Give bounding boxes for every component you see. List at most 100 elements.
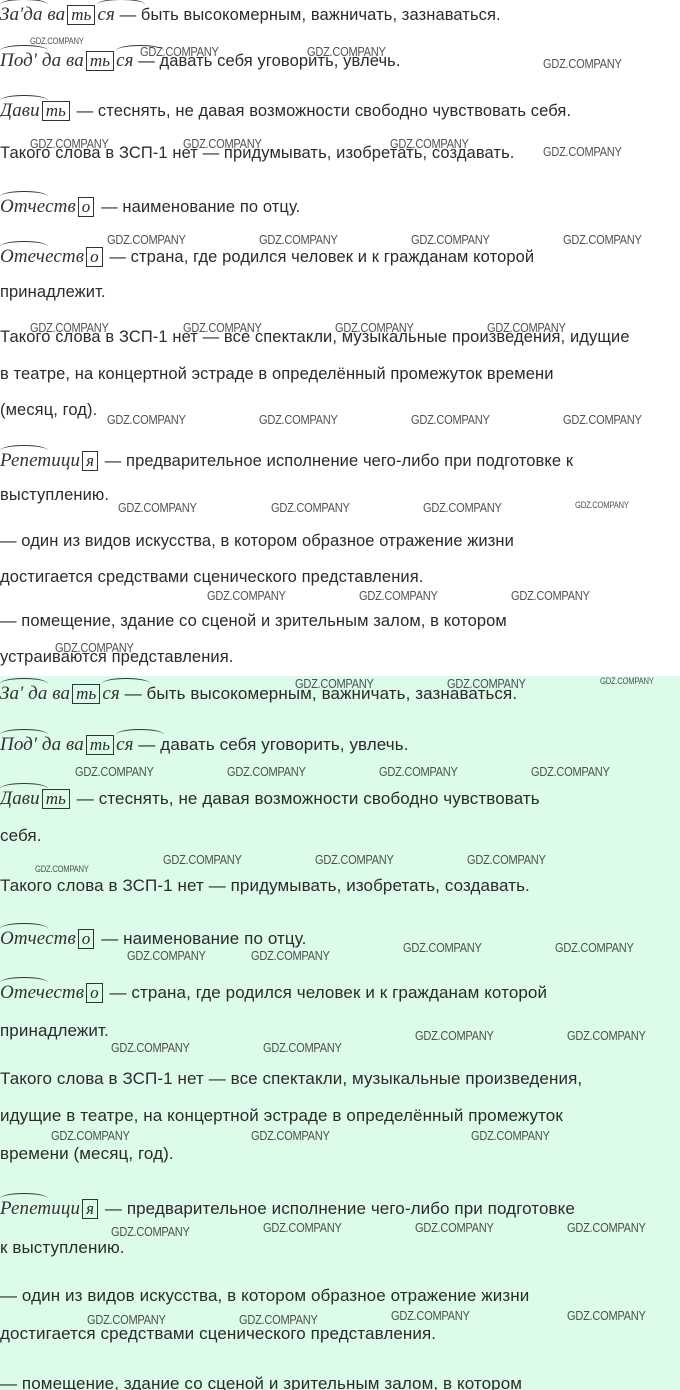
definition-text: — стеснять, не давая возможности свободн… bbox=[71, 102, 572, 120]
watermark-text: GDZ.COMPANY bbox=[207, 588, 286, 603]
word-ending-box: о bbox=[77, 197, 95, 217]
definition-text: (месяц, год). bbox=[0, 401, 98, 419]
watermark-text: GDZ.COMPANY bbox=[140, 44, 219, 59]
watermark-text: GDZ.COMPANY bbox=[403, 940, 482, 955]
text-line: себя. bbox=[0, 826, 42, 846]
watermark-text: GDZ.COMPANY bbox=[227, 764, 306, 779]
text-line: Отчеств о — наименование по отцу. bbox=[0, 191, 301, 218]
watermark-text: GDZ.COMPANY bbox=[263, 1040, 342, 1055]
watermark-text: GDZ.COMPANY bbox=[531, 764, 610, 779]
word-ending-box: ть bbox=[85, 51, 115, 71]
watermark-text: GDZ.COMPANY bbox=[183, 320, 262, 335]
text-line: Отечеств о — страна, где родился человек … bbox=[0, 241, 534, 268]
word-root: Под' да ва bbox=[0, 729, 84, 755]
watermark-text: GDZ.COMPANY bbox=[111, 1040, 190, 1055]
text-line: (месяц, год). bbox=[0, 401, 97, 420]
word-root: За'да ва bbox=[0, 4, 66, 25]
text-line: — один из видов искусства, в котором обр… bbox=[0, 1286, 529, 1306]
definition-text: — помещение, здание со сценой и зрительн… bbox=[0, 1374, 523, 1390]
definition-text: — давать себя уговорить, увлечь. bbox=[133, 735, 409, 754]
word-postfix: ся bbox=[102, 678, 152, 704]
watermark-text: GDZ.COMPANY bbox=[567, 1308, 646, 1323]
word-root: Под' да ва bbox=[0, 45, 84, 71]
word-ending-box: о bbox=[77, 929, 95, 949]
text-line: принадлежит. bbox=[0, 1021, 109, 1041]
definition-text: — страна, где родился человек и к гражда… bbox=[104, 983, 548, 1002]
watermark-text: GDZ.COMPANY bbox=[379, 764, 458, 779]
watermark-text: GDZ.COMPANY bbox=[307, 44, 386, 59]
watermark-text: GDZ.COMPANY bbox=[359, 588, 438, 603]
word-postfix: ся bbox=[97, 4, 115, 25]
watermark-text: GDZ.COMPANY bbox=[567, 1220, 646, 1235]
watermark-text: GDZ.COMPANY bbox=[118, 500, 197, 515]
watermark-text: GDZ.COMPANY bbox=[251, 1128, 330, 1143]
word-ending-box: я bbox=[82, 451, 99, 471]
text-line: выступлению. bbox=[0, 486, 109, 505]
watermark-text: GDZ.COMPANY bbox=[335, 320, 414, 335]
text-line: — один из видов искусства, в котором обр… bbox=[0, 532, 514, 551]
watermark-text: GDZ.COMPANY bbox=[543, 56, 622, 71]
watermark-text: GDZ.COMPANY bbox=[55, 640, 134, 655]
word-root: Репетици bbox=[0, 1193, 81, 1219]
text-line: Дави ть — стеснять, не давая возможности … bbox=[0, 95, 572, 122]
word-root: Отчеств bbox=[0, 191, 76, 217]
text-line: За'да ва ть ся — быть высокомерным, важнич… bbox=[0, 4, 501, 26]
definition-text: — помещение, здание со сценой и зрительн… bbox=[0, 612, 507, 630]
word-ending-box: о bbox=[86, 247, 103, 267]
word-ending-box: ть bbox=[85, 735, 115, 755]
watermark-text: GDZ.COMPANY bbox=[30, 320, 109, 335]
text-line: достигается средствами сценического пред… bbox=[0, 1324, 436, 1344]
watermark-text: GDZ.COMPANY bbox=[411, 412, 490, 427]
word-root: За' да ва bbox=[0, 678, 71, 704]
definition-text: себя. bbox=[0, 826, 42, 845]
watermark-text: GDZ.COMPANY bbox=[107, 232, 186, 247]
word-root: Отчеств bbox=[0, 923, 76, 949]
definition-text: Такого слова в ЗСП-1 нет — придумывать, … bbox=[0, 876, 530, 895]
text-line: — помещение, здание со сценой и зрительн… bbox=[0, 612, 507, 631]
word-root: Дави bbox=[0, 95, 48, 121]
watermark-text: GDZ.COMPANY bbox=[563, 232, 642, 247]
text-line: Такого слова в ЗСП-1 нет — придумывать, … bbox=[0, 876, 530, 896]
definition-text: принадлежит. bbox=[0, 283, 106, 301]
watermark-text: GDZ.COMPANY bbox=[467, 852, 546, 867]
definition-text: выступлению. bbox=[0, 486, 110, 504]
definition-text: принадлежит. bbox=[0, 1021, 109, 1040]
text-line: Отечеств о — страна, где родился человек … bbox=[0, 977, 548, 1004]
text-line: Репетици я — предварительное исполнение ч… bbox=[0, 1193, 575, 1220]
definition-text: времени (месяц, год). bbox=[0, 1144, 174, 1163]
watermark-text: GDZ.COMPANY bbox=[391, 1308, 470, 1323]
word-root: Отечеств bbox=[0, 977, 85, 1003]
definition-text: к выступлению. bbox=[0, 1238, 125, 1257]
watermark-text: GDZ.COMPANY bbox=[263, 1220, 342, 1235]
watermark-text: GDZ.COMPANY bbox=[111, 1224, 190, 1239]
text-line: идущие в театре, на концертной эстраде в… bbox=[0, 1106, 563, 1126]
text-line: к выступлению. bbox=[0, 1238, 125, 1258]
definition-text: достигается средствами сценического пред… bbox=[0, 568, 424, 586]
text-line: Отчеств о — наименование по отцу. bbox=[0, 923, 306, 950]
word-root: Репетици bbox=[0, 445, 81, 471]
bottom-text-block: За' да ва ть ся — быть высокомерным, важни… bbox=[0, 676, 680, 1390]
definition-text: в театре, на концертной эстраде в опреде… bbox=[0, 365, 554, 383]
watermark-text: GDZ.COMPANY bbox=[295, 676, 374, 691]
top-text-block: За'да ва ть ся — быть высокомерным, важнич… bbox=[0, 0, 680, 676]
watermark-text: GDZ.COMPANY bbox=[423, 500, 502, 515]
watermark-text: GDZ.COMPANY bbox=[390, 136, 469, 151]
text-line: Такого слова в ЗСП-1 нет — все спектакли… bbox=[0, 1069, 582, 1089]
watermark-text: GDZ.COMPANY bbox=[251, 948, 330, 963]
watermark-text: GDZ.COMPANY bbox=[600, 676, 654, 686]
watermark-text: GDZ.COMPANY bbox=[87, 1312, 166, 1327]
text-line: Под' да ва ть ся — давать себя уговорить, … bbox=[0, 729, 409, 756]
definition-text: — быть высокомерным, важничать, зазнават… bbox=[114, 6, 501, 24]
watermark-text: GDZ.COMPANY bbox=[575, 500, 629, 510]
word-root: Дави bbox=[0, 783, 48, 809]
watermark-text: GDZ.COMPANY bbox=[183, 136, 262, 151]
watermark-text: GDZ.COMPANY bbox=[271, 500, 350, 515]
word-postfix: ся bbox=[116, 45, 166, 71]
watermark-text: GDZ.COMPANY bbox=[315, 852, 394, 867]
watermark-text: GDZ.COMPANY bbox=[107, 412, 186, 427]
watermark-text: GDZ.COMPANY bbox=[511, 588, 590, 603]
word-ending-box: о bbox=[86, 983, 103, 1003]
definition-text: — наименование по отцу. bbox=[96, 198, 301, 216]
word-ending-box: я bbox=[82, 1199, 99, 1219]
watermark-text: GDZ.COMPANY bbox=[563, 412, 642, 427]
